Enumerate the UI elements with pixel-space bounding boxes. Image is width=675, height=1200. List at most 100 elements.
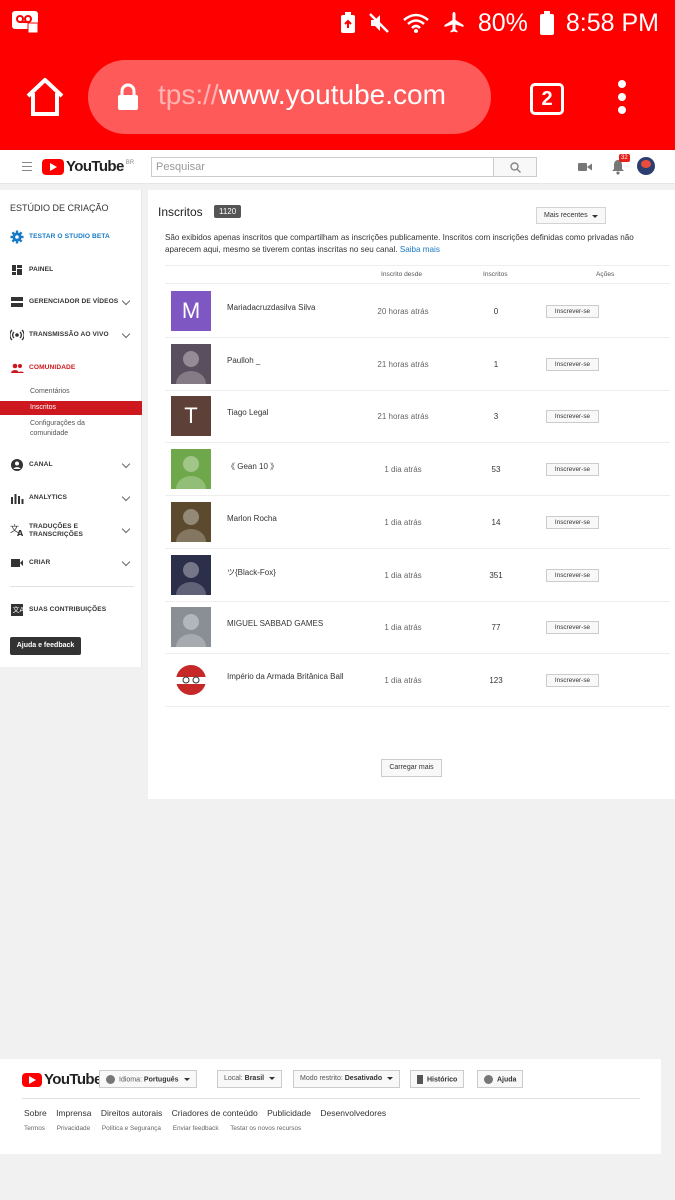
restricted-label: Modo restrito: <box>300 1075 343 1082</box>
footer-link-privacy[interactable]: Privacidade <box>57 1125 90 1132</box>
sidebar-item-translations[interactable]: 文A TRADUÇÕES E TRANSCRIÇÕES <box>0 520 142 544</box>
subscriber-count: 123 <box>489 675 503 685</box>
footer-link-press[interactable]: Imprensa <box>56 1108 91 1118</box>
caret-down-icon <box>269 1076 276 1080</box>
help-feedback-button[interactable]: Ajuda e feedback <box>10 637 81 655</box>
subscriber-avatar[interactable] <box>171 501 211 542</box>
sidebar-item-video-manager[interactable]: GERENCIADOR DE VÍDEOS <box>0 292 142 312</box>
table-row: ツ{Black-Fox} 1 dia atrás 351 Inscrever-se <box>165 549 670 602</box>
chevron-down-icon <box>121 557 131 567</box>
help-button[interactable]: Ajuda <box>477 1070 524 1088</box>
subscriber-name[interactable]: Tiago Legal <box>227 408 269 417</box>
subscriber-avatar[interactable] <box>171 607 211 648</box>
create-icon <box>11 559 23 567</box>
subscriber-avatar[interactable]: M <box>171 291 211 331</box>
youtube-logo[interactable]: YouTube BR <box>42 158 134 175</box>
footer-link-feedback[interactable]: Enviar feedback <box>173 1125 219 1132</box>
footer-link-about[interactable]: Sobre <box>24 1108 47 1118</box>
hourglass-icon <box>417 1075 423 1084</box>
sidebar-item-dashboard[interactable]: PAINEL <box>0 260 142 280</box>
url-text: tps://www.youtube.com <box>158 79 446 111</box>
subscribe-button[interactable]: Inscrever-se <box>546 568 599 582</box>
sidebar-subitem-subscribers[interactable]: Inscritos <box>0 401 142 415</box>
learn-more-link[interactable]: Saiba mais <box>400 245 440 254</box>
account-avatar[interactable] <box>637 157 655 175</box>
footer-link-developers[interactable]: Desenvolvedores <box>320 1108 386 1118</box>
hamburger-menu-icon[interactable] <box>22 162 32 171</box>
svg-text:文A: 文A <box>13 605 25 614</box>
footer-link-test-features[interactable]: Testar os novos recursos <box>230 1125 301 1132</box>
gear-icon <box>10 230 24 244</box>
subscribe-button[interactable]: Inscrever-se <box>546 673 599 687</box>
restricted-mode-selector[interactable]: Modo restrito: Desativado <box>293 1070 401 1088</box>
subscribe-button[interactable]: Inscrever-se <box>546 410 599 424</box>
footer-link-copyright[interactable]: Direitos autorais <box>101 1108 162 1118</box>
footer-link-advertise[interactable]: Publicidade <box>267 1108 311 1118</box>
airplane-mode-icon <box>444 12 464 33</box>
footer-link-creators[interactable]: Criadores de conteúdo <box>172 1108 258 1118</box>
subscriber-name[interactable]: MIGUEL SABBAD GAMES <box>227 619 323 628</box>
location-selector[interactable]: Local: Brasil <box>217 1070 283 1088</box>
subscriber-name[interactable]: Mariadacruzdasilva Silva <box>227 303 315 312</box>
subscribe-button[interactable]: Inscrever-se <box>546 515 599 529</box>
subscribed-since: 21 horas atrás <box>377 412 429 422</box>
help-label: Ajuda <box>497 1076 517 1084</box>
column-header-actions: Ações <box>596 271 615 278</box>
subscriber-name[interactable]: Paulloh _ <box>227 356 260 365</box>
subscriber-avatar[interactable] <box>171 659 211 700</box>
footer-youtube-logo[interactable]: YouTube <box>22 1071 102 1088</box>
language-selector[interactable]: Idioma: Português <box>99 1070 197 1088</box>
sidebar-item-analytics[interactable]: ANALYTICS <box>0 488 142 508</box>
subscriber-name[interactable]: ツ{Black-Fox} <box>227 567 276 578</box>
subscribed-since: 1 dia atrás <box>384 570 422 580</box>
subscriber-name[interactable]: Marlon Rocha <box>227 514 277 523</box>
subscribers-description: São exibidos apenas inscritos que compar… <box>165 232 670 256</box>
sidebar-subitem-community-settings[interactable]: Configurações da comunidade <box>0 419 120 439</box>
url-scheme: tps:// <box>158 79 219 110</box>
footer-small-links: Termos Privacidade Política e Segurança … <box>24 1125 311 1132</box>
sidebar-item-channel[interactable]: CANAL <box>0 455 142 475</box>
tab-switcher-button[interactable]: 2 <box>530 83 564 115</box>
sidebar-item-community[interactable]: COMUNIDADE <box>0 358 142 378</box>
subscriber-count-badge: 1120 <box>214 205 242 218</box>
table-row: Paulloh _ 21 horas atrás 1 Inscrever-se <box>165 338 670 391</box>
contributions-icon: 文A <box>11 604 25 616</box>
subscribed-since: 1 dia atrás <box>384 465 422 475</box>
footer-link-terms[interactable]: Termos <box>24 1125 45 1132</box>
subscriber-name[interactable]: 《 Gean 10 》 <box>227 461 278 472</box>
overflow-menu-icon[interactable] <box>616 80 628 116</box>
sort-dropdown[interactable]: Mais recentes <box>536 207 606 224</box>
load-more-button[interactable]: Carregar mais <box>381 759 442 777</box>
footer-divider <box>22 1098 640 1099</box>
subscribe-button[interactable]: Inscrever-se <box>546 357 599 371</box>
sidebar-item-live[interactable]: TRANSMISSÃO AO VIVO <box>0 325 142 345</box>
subscribe-button[interactable]: Inscrever-se <box>546 463 599 477</box>
subscribe-button[interactable]: Inscrever-se <box>546 621 599 635</box>
chevron-down-icon <box>121 329 131 339</box>
search-button[interactable] <box>493 157 537 177</box>
subscribed-since: 1 dia atrás <box>384 517 422 527</box>
column-header-since: Inscrito desde <box>381 271 423 278</box>
subscriber-avatar[interactable] <box>171 449 211 490</box>
subscriber-avatar[interactable] <box>171 343 211 384</box>
footer-link-policy[interactable]: Política e Segurança <box>102 1125 161 1132</box>
subscriber-name[interactable]: Império da Armada Britânica Ball <box>227 672 344 681</box>
analytics-icon <box>11 494 24 504</box>
sort-label: Mais recentes <box>544 212 588 219</box>
address-bar[interactable]: tps://www.youtube.com <box>88 60 491 134</box>
sidebar-subitem-comments[interactable]: Comentários <box>0 388 142 395</box>
search-input[interactable]: Pesquisar <box>151 157 494 177</box>
table-header: Inscrito desde Inscritos Ações <box>165 265 670 284</box>
page-title: Inscritos <box>158 205 203 219</box>
home-icon[interactable] <box>24 76 66 118</box>
sidebar-item-studio-beta[interactable]: TESTAR O STUDIO BETA <box>0 227 142 247</box>
subscribe-button[interactable]: Inscrever-se <box>546 305 599 318</box>
sidebar-item-contributions[interactable]: 文A SUAS CONTRIBUIÇÕES <box>0 600 142 620</box>
upload-video-icon[interactable] <box>578 162 592 172</box>
history-button[interactable]: Histórico <box>410 1070 465 1088</box>
subscriber-avatar[interactable]: T <box>171 396 211 437</box>
sidebar-item-create[interactable]: CRIAR <box>0 553 142 573</box>
table-row: M Mariadacruzdasilva Silva 20 horas atrás 0… <box>165 285 670 338</box>
subscriber-count: 1 <box>493 359 499 369</box>
subscriber-avatar[interactable] <box>171 554 211 595</box>
